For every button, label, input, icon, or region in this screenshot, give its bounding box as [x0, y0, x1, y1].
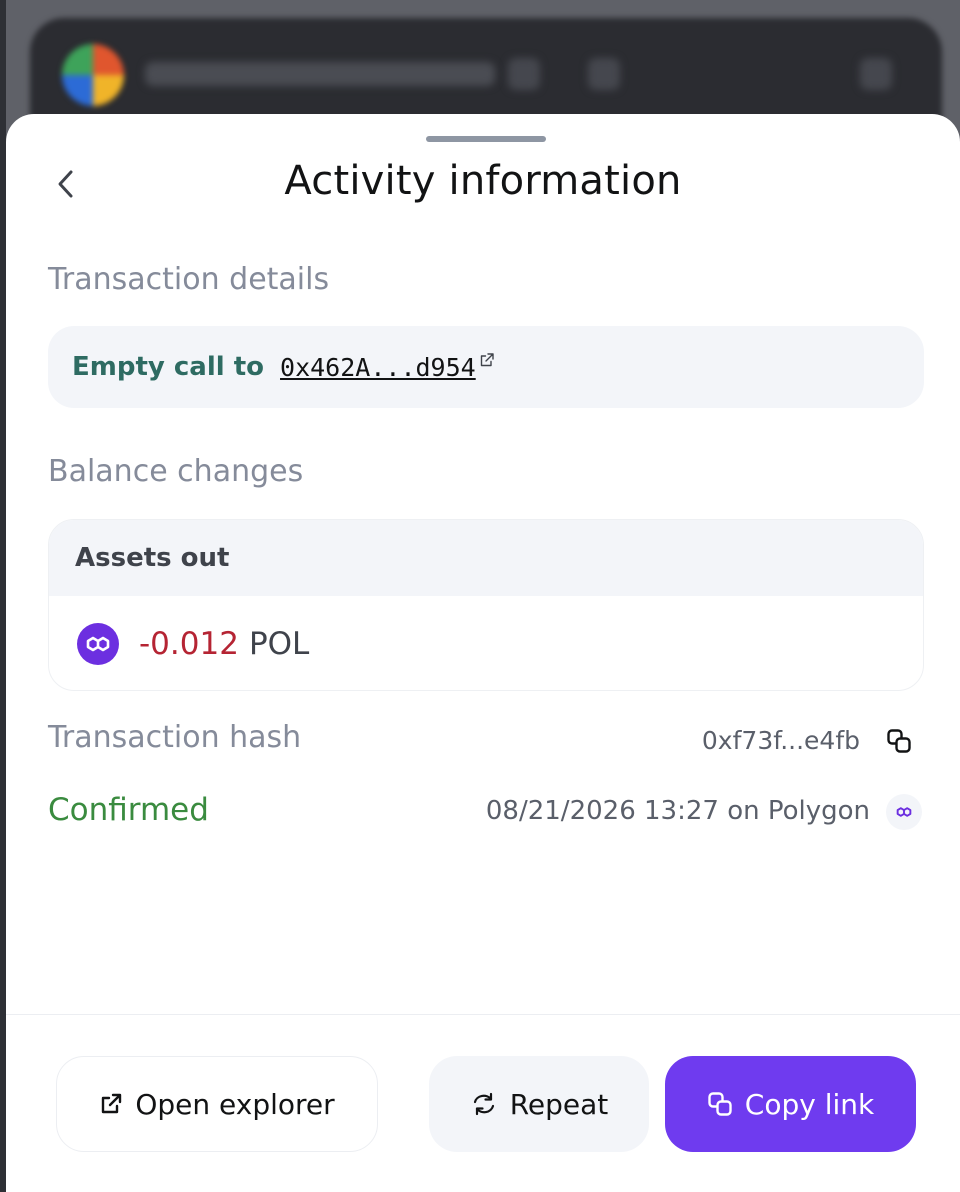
network-polygon-icon: [886, 794, 922, 830]
transaction-details-label: Transaction details: [48, 262, 330, 297]
repeat-button[interactable]: Repeat: [429, 1056, 649, 1152]
background-avatar: [62, 44, 124, 106]
background-copy-icon: [508, 58, 540, 90]
copy-icon: [707, 1091, 733, 1117]
call-label: Empty call to: [72, 352, 265, 382]
transaction-hash-label: Transaction hash: [48, 720, 302, 755]
repeat-icon: [470, 1092, 498, 1116]
repeat-label: Repeat: [509, 1087, 609, 1121]
balance-changes-card: Assets out -0.012 POL: [48, 519, 924, 691]
background-chevron-icon: [588, 58, 620, 90]
background-account-text: [145, 62, 495, 86]
date-network-text: 08/21/2026 13:27 on Polygon: [485, 796, 870, 826]
open-explorer-label: Open explorer: [135, 1087, 335, 1121]
copy-link-button[interactable]: Copy link: [665, 1056, 916, 1152]
asset-amount: -0.012: [139, 626, 239, 662]
background-menu-icon: [860, 58, 892, 90]
assets-out-header: Assets out: [49, 520, 923, 596]
open-explorer-button[interactable]: Open explorer: [56, 1056, 378, 1152]
contract-address-link[interactable]: 0x462A...d954: [280, 353, 476, 382]
footer-divider: [6, 1014, 960, 1015]
polygon-icon: [77, 623, 119, 665]
transaction-call-card: Empty call to 0x462A...d954: [48, 326, 924, 408]
activity-sheet: Activity information Transaction details…: [6, 114, 960, 1192]
external-link-icon[interactable]: [480, 353, 494, 367]
sheet-grabber[interactable]: [426, 136, 546, 142]
copy-hash-button[interactable]: [882, 724, 916, 758]
asset-row: -0.012 POL: [49, 596, 923, 690]
asset-symbol: POL: [248, 626, 310, 662]
copy-icon: [887, 729, 911, 753]
transaction-hash-value: 0xf73f...e4fb: [701, 726, 860, 755]
status-confirmed: Confirmed: [48, 792, 209, 828]
external-link-icon: [99, 1092, 123, 1116]
copy-link-label: Copy link: [744, 1087, 875, 1121]
page-title: Activity information: [284, 158, 682, 204]
balance-changes-label: Balance changes: [48, 454, 304, 489]
